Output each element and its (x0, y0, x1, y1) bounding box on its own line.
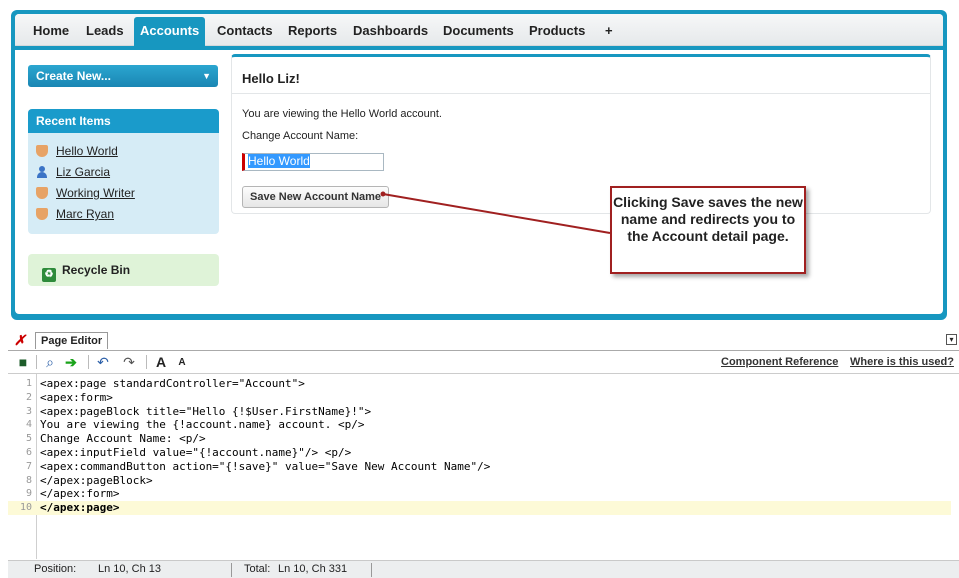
toolbar-separator (88, 355, 89, 369)
undo-icon[interactable]: ↶ (94, 354, 112, 370)
tab-products[interactable]: Products (523, 19, 591, 43)
tab-bar: Home Leads Accounts Contacts Reports Das… (15, 14, 943, 46)
status-separator (231, 563, 232, 577)
code-text: <apex:pageBlock title="Hello {!$User.Fir… (40, 404, 372, 418)
tab-home[interactable]: Home (27, 19, 75, 43)
code-text: <apex:commandButton action="{!save}" val… (40, 459, 491, 473)
line-number: 4 (25, 419, 32, 431)
code-text: <apex:page standardController="Account"> (40, 377, 305, 390)
change-name-label: Change Account Name: (242, 130, 359, 142)
position-value: Ln 10, Ch 13 (98, 563, 161, 575)
dropdown-caret-icon: ▼ (202, 71, 211, 81)
code-line: 9 </apex:form> (8, 487, 951, 501)
code-text: Change Account Name: <p/> (40, 432, 206, 446)
recent-item: Liz Garcia (36, 164, 110, 180)
dock-icon[interactable]: ▾ (946, 334, 957, 345)
status-bar: Position: Ln 10, Ch 13 Total: Ln 10, Ch … (8, 560, 959, 578)
search-icon[interactable]: ⌕ (42, 354, 58, 370)
line-number: 5 (25, 433, 32, 445)
line-number: 2 (25, 391, 32, 403)
callout-note: Clicking Save saves the new name and red… (610, 186, 806, 274)
toolbar-separator (36, 355, 37, 369)
line-number: 10 (19, 502, 32, 514)
line-number: 9 (25, 488, 32, 500)
recent-item-link[interactable]: Marc Ryan (56, 207, 114, 221)
code-text: You are viewing the {!account.name} acco… (40, 418, 365, 432)
code-line: 4 You are viewing the {!account.name} acc… (8, 418, 951, 432)
tab-contacts[interactable]: Contacts (211, 19, 279, 43)
line-number: 1 (25, 378, 32, 389)
current-code-line: 10 </apex:page> (8, 501, 951, 515)
code-text: <apex:inputField value="{!account.name}"… (40, 446, 352, 459)
code-line: 6 <apex:inputField value="{!account.name}… (8, 446, 951, 460)
redo-icon[interactable]: ↷ (120, 354, 138, 370)
editor-header: ✗ Page Editor ▾ (8, 330, 959, 350)
component-reference-link[interactable]: Component Reference (721, 356, 838, 368)
code-line: 8 </apex:pageBlock> (8, 474, 951, 488)
recent-item-link[interactable]: Working Writer (56, 186, 135, 200)
recycle-bin-icon: ♻ (42, 268, 56, 282)
code-line: 5 Change Account Name: <p/> (8, 432, 951, 446)
add-tab-button[interactable]: + (599, 19, 619, 43)
line-number: 3 (25, 405, 32, 417)
font-smaller-button[interactable]: A (176, 355, 188, 371)
recent-item: Hello World (36, 143, 118, 159)
create-new-button[interactable]: Create New... ▼ (28, 65, 218, 87)
code-text: </apex:form> (40, 487, 120, 501)
recycle-bin-label: Recycle Bin (62, 263, 131, 277)
save-icon[interactable]: ■ (16, 354, 30, 370)
code-line: 2 <apex:form> (8, 391, 951, 405)
code-line: 3 <apex:pageBlock title="Hello {!$User.Fi… (8, 405, 951, 419)
page-block-title: Hello Liz! (242, 71, 300, 86)
app-frame: Home Leads Accounts Contacts Reports Das… (11, 10, 947, 320)
divider (232, 93, 930, 94)
font-larger-button[interactable]: A (154, 354, 168, 370)
tab-dashboards[interactable]: Dashboards (347, 19, 434, 43)
code-editor[interactable]: 1 <apex:page standardController="Account"… (8, 373, 959, 559)
tab-reports[interactable]: Reports (282, 19, 343, 43)
recent-items-panel: Recent Items Hello World Liz Garcia Work… (28, 109, 219, 234)
line-number: 6 (25, 447, 32, 458)
code-line: 1 <apex:page standardController="Account"… (8, 377, 951, 391)
recent-item: Working Writer (36, 185, 135, 201)
recent-item: Marc Ryan (36, 206, 114, 222)
create-new-label: Create New... (36, 69, 111, 83)
recent-items-title: Recent Items (28, 109, 219, 133)
tab-accounts[interactable]: Accounts (134, 17, 206, 46)
page-block: Hello Liz! You are viewing the Hello Wor… (231, 54, 931, 214)
viewing-text: You are viewing the Hello World account. (242, 108, 442, 120)
code-text: </apex:pageBlock> (40, 473, 153, 487)
tab-leads[interactable]: Leads (80, 19, 130, 43)
save-account-name-button[interactable]: Save New Account Name (242, 186, 390, 208)
account-name-input[interactable]: Hello World (242, 153, 384, 171)
code-line: 7 <apex:commandButton action="{!save}" va… (8, 460, 951, 474)
position-label: Position: (34, 563, 77, 575)
tab-documents[interactable]: Documents (437, 19, 520, 43)
account-icon (36, 145, 48, 157)
total-label: Total: (244, 563, 271, 575)
code-text: <apex:form> (40, 390, 113, 404)
editor-toolbar: ■ ⌕ ➔ ↶ ↷ A A Component Reference Where … (8, 350, 959, 372)
contact-icon (36, 166, 48, 178)
where-used-link[interactable]: Where is this used? (850, 356, 954, 368)
tab-page-editor[interactable]: Page Editor (35, 332, 109, 349)
recent-item-link[interactable]: Hello World (56, 144, 118, 158)
account-icon (36, 187, 48, 199)
close-editor-icon[interactable]: ✗ (14, 332, 26, 349)
toolbar-separator (146, 355, 147, 369)
recent-item-link[interactable]: Liz Garcia (56, 165, 110, 179)
account-icon (36, 208, 48, 220)
line-number: 8 (25, 474, 32, 486)
recycle-bin-link[interactable]: ♻ Recycle Bin (28, 254, 219, 286)
go-to-arrow-icon[interactable]: ➔ (62, 354, 80, 370)
tab-underline (15, 46, 943, 50)
line-number: 7 (25, 460, 32, 472)
code-text: </apex:page> (40, 501, 120, 515)
status-separator (371, 563, 372, 577)
total-value: Ln 10, Ch 331 (278, 563, 348, 575)
account-name-value: Hello World (248, 154, 310, 168)
